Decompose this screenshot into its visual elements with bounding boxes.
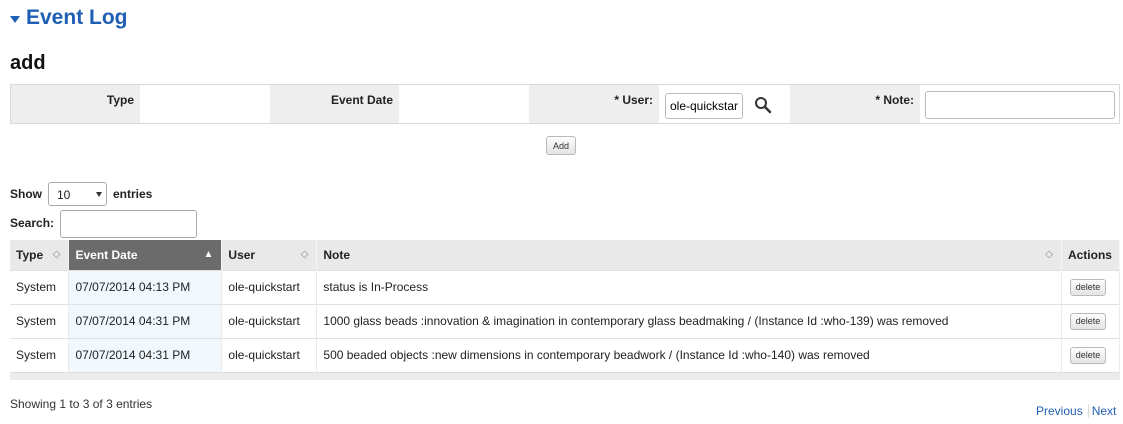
add-button[interactable]: Add — [546, 136, 576, 155]
delete-button[interactable]: delete — [1069, 346, 1106, 364]
cell-type: System — [10, 337, 70, 372]
type-value — [140, 85, 270, 123]
column-header-event-date[interactable]: Event Date ▲ — [68, 240, 223, 270]
cell-event-date: 07/07/2014 04:31 PM — [68, 337, 223, 372]
column-header-note[interactable]: Note ◇ — [316, 240, 1062, 270]
cell-user: ole-quickstart — [221, 303, 318, 338]
table-row: System 07/07/2014 04:13 PM ole-quickstar… — [10, 269, 1121, 304]
cell-type: System — [10, 269, 70, 304]
table-row: System 07/07/2014 04:31 PM ole-quickstar… — [10, 303, 1121, 338]
cell-event-date: 07/07/2014 04:13 PM — [68, 269, 223, 304]
event-date-value — [399, 85, 529, 123]
table-header-row: Type ◇ Event Date ▲ User ◇ Note ◇ Actions — [10, 240, 1121, 270]
note-label: * Note: — [790, 85, 920, 123]
sort-icon: ◇ — [1045, 249, 1053, 260]
user-field-cell — [659, 85, 790, 123]
section-title: Event Log — [26, 6, 128, 29]
column-header-type[interactable]: Type ◇ — [10, 240, 70, 270]
cell-actions: delete — [1061, 303, 1121, 338]
cell-note: 500 beaded objects :new dimensions in co… — [316, 337, 1062, 372]
entries-length-control: Show 10 entries — [10, 182, 152, 206]
search-input[interactable] — [60, 210, 197, 238]
entries-select[interactable]: 10 — [48, 182, 107, 206]
type-label: Type — [11, 85, 140, 123]
cell-note: 1000 glass beads :innovation & imaginati… — [316, 303, 1062, 338]
event-date-label: Event Date — [270, 85, 399, 123]
sort-icon: ◇ — [52, 249, 61, 260]
add-title: add — [10, 52, 46, 74]
column-header-user[interactable]: User ◇ — [221, 240, 318, 270]
cell-note: status is In-Process — [316, 269, 1062, 304]
search-icon[interactable] — [754, 96, 772, 114]
pagination: Previous Next — [1033, 404, 1119, 418]
delete-button[interactable]: delete — [1069, 278, 1106, 296]
show-label: Show — [10, 187, 42, 201]
sort-ascending-icon: ▲ — [203, 249, 214, 260]
event-log-header[interactable]: Event Log — [10, 6, 128, 30]
table-info: Showing 1 to 3 of 3 entries — [10, 397, 153, 411]
user-input[interactable] — [665, 93, 743, 119]
cell-user: ole-quickstart — [221, 269, 318, 304]
cell-user: ole-quickstart — [221, 337, 318, 372]
cell-actions: delete — [1061, 337, 1121, 372]
user-label: * User: — [529, 85, 659, 123]
table-footer-bar — [10, 371, 1121, 380]
note-input[interactable] — [925, 91, 1115, 119]
entries-label: entries — [113, 187, 153, 201]
cell-actions: delete — [1061, 269, 1121, 304]
column-header-actions: Actions — [1061, 240, 1121, 270]
next-button[interactable]: Next — [1089, 404, 1120, 418]
add-form-row: Type Event Date * User: * Note: — [10, 84, 1120, 124]
chevron-down-icon — [96, 192, 102, 197]
event-log-table: Type ◇ Event Date ▲ User ◇ Note ◇ Actions Sy… — [10, 240, 1121, 380]
previous-button[interactable]: Previous — [1033, 404, 1089, 418]
delete-button[interactable]: delete — [1069, 312, 1106, 330]
cell-type: System — [10, 303, 70, 338]
cell-event-date: 07/07/2014 04:31 PM — [68, 303, 223, 338]
note-field-cell — [920, 85, 1119, 123]
sort-icon: ◇ — [300, 249, 309, 260]
search-label: Search: — [10, 216, 55, 230]
entries-select-value: 10 — [57, 188, 71, 202]
table-row: System 07/07/2014 04:31 PM ole-quickstar… — [10, 337, 1121, 372]
collapse-triangle-icon[interactable] — [10, 15, 20, 23]
